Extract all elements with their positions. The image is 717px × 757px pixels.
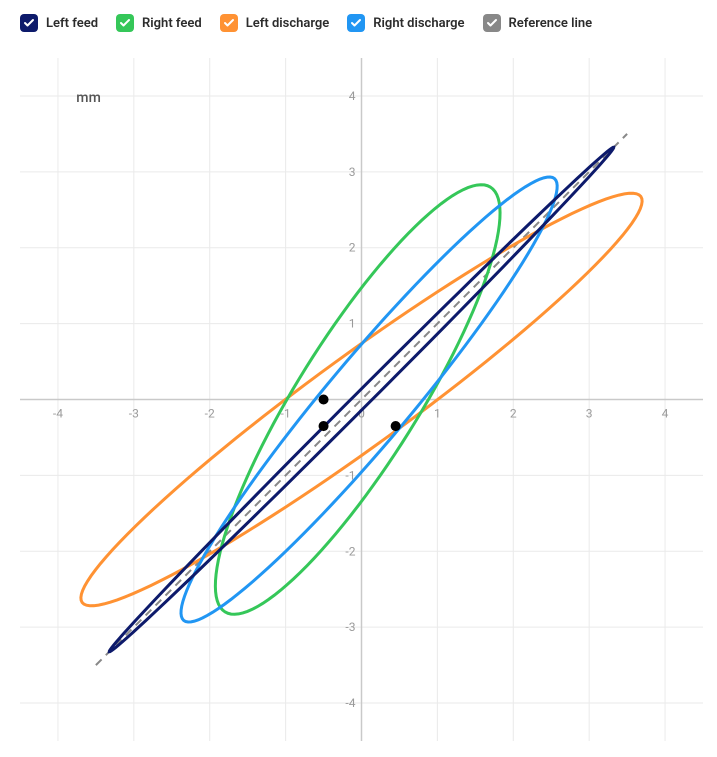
legend-label: Left feed xyxy=(46,16,98,31)
legend-label: Right feed xyxy=(142,16,202,31)
svg-text:3: 3 xyxy=(586,407,593,421)
marker-2 xyxy=(391,421,401,431)
legend-label: Left discharge xyxy=(246,16,330,31)
unit-label: mm xyxy=(76,90,101,106)
checkbox-icon xyxy=(483,14,501,32)
svg-text:4: 4 xyxy=(662,407,669,421)
svg-text:-3: -3 xyxy=(345,620,355,634)
svg-text:-2: -2 xyxy=(345,544,355,558)
legend-item-reference-line[interactable]: Reference line xyxy=(483,14,593,32)
svg-text:1: 1 xyxy=(349,317,356,331)
svg-text:4: 4 xyxy=(349,89,356,103)
legend-item-left-discharge[interactable]: Left discharge xyxy=(220,14,330,32)
legend-label: Reference line xyxy=(509,16,593,31)
svg-text:-3: -3 xyxy=(129,407,139,421)
svg-text:2: 2 xyxy=(510,407,517,421)
svg-text:-4: -4 xyxy=(53,407,63,421)
legend: Left feed Right feed Left discharge Righ… xyxy=(0,0,717,40)
chart-plot: -4-3-2-101234-4-3-2-11234mm xyxy=(20,56,703,743)
marker-0 xyxy=(319,394,329,404)
legend-label: Right discharge xyxy=(373,16,464,31)
legend-item-right-discharge[interactable]: Right discharge xyxy=(347,14,464,32)
marker-1 xyxy=(319,421,329,431)
checkbox-icon xyxy=(20,14,38,32)
legend-item-left-feed[interactable]: Left feed xyxy=(20,14,98,32)
svg-text:3: 3 xyxy=(349,165,356,179)
checkbox-icon xyxy=(347,14,365,32)
checkbox-icon xyxy=(116,14,134,32)
legend-item-right-feed[interactable]: Right feed xyxy=(116,14,202,32)
checkbox-icon xyxy=(220,14,238,32)
svg-text:-4: -4 xyxy=(345,696,355,710)
svg-text:2: 2 xyxy=(349,241,356,255)
svg-text:-2: -2 xyxy=(205,407,215,421)
svg-text:1: 1 xyxy=(434,407,441,421)
